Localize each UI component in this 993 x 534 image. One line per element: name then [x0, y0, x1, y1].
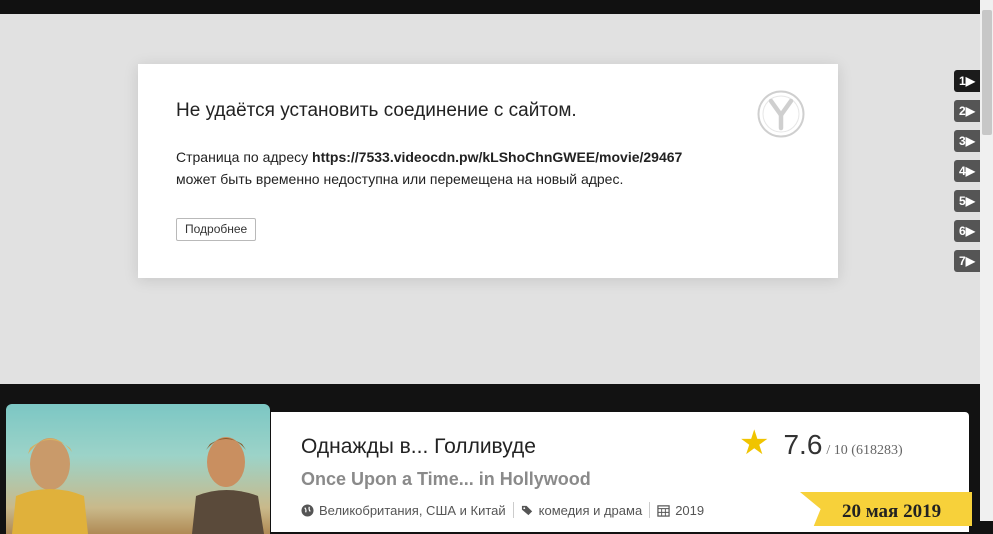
error-address-prefix: Страница по адресу [176, 149, 313, 165]
more-details-button[interactable]: Подробнее [176, 218, 257, 241]
server-list: 1▶ 2▶ 3▶ 4▶ 5▶ 6▶ 7▶ [954, 70, 980, 280]
movie-meta: Великобритания, США и Китай комедия и др… [301, 502, 704, 518]
connection-error-card: Не удаётся установить соединение с сайто… [138, 64, 838, 278]
yandex-browser-icon [757, 90, 805, 138]
server-button-6[interactable]: 6▶ [954, 220, 980, 242]
server-button-2[interactable]: 2▶ [954, 100, 980, 122]
server-button-4[interactable]: 4▶ [954, 160, 980, 182]
star-icon: ★ [739, 424, 770, 462]
server-button-5[interactable]: 5▶ [954, 190, 980, 212]
movie-year[interactable]: 2019 [675, 503, 704, 518]
error-address-line: Страница по адресу https://7533.videocdn… [176, 149, 682, 165]
movie-poster[interactable] [6, 404, 270, 534]
rating-scale-votes: / 10 (618283) [826, 443, 903, 458]
movie-original-title: Once Upon a Time... in Hollywood [301, 469, 591, 489]
top-strip [0, 0, 980, 14]
meta-divider [649, 502, 651, 518]
scrollbar-thumb[interactable] [982, 10, 992, 135]
movie-countries[interactable]: Великобритания, США и Китай [319, 503, 506, 518]
server-button-7[interactable]: 7▶ [954, 250, 980, 272]
poster-image [12, 437, 264, 534]
error-title: Не удаётся установить соединение с сайто… [176, 100, 577, 121]
release-date: 20 мая 2019 [842, 501, 942, 522]
rating-value: 7.6 [783, 429, 823, 460]
movie-genres[interactable]: комедия и драма [539, 503, 643, 518]
tags-icon [521, 505, 532, 515]
globe-icon [301, 503, 314, 517]
movie-rating: ★ 7.6 / 10 (618283) [739, 426, 903, 461]
server-button-1[interactable]: 1▶ [954, 70, 980, 92]
meta-divider [512, 502, 514, 518]
error-url: https://7533.videocdn.pw/kLShoChnGWEE/mo… [312, 149, 683, 165]
movie-title[interactable]: Однажды в... Голливуде [301, 435, 536, 459]
error-description: может быть временно недоступна или перем… [176, 171, 624, 187]
calendar-icon [657, 504, 670, 517]
server-button-3[interactable]: 3▶ [954, 130, 980, 152]
